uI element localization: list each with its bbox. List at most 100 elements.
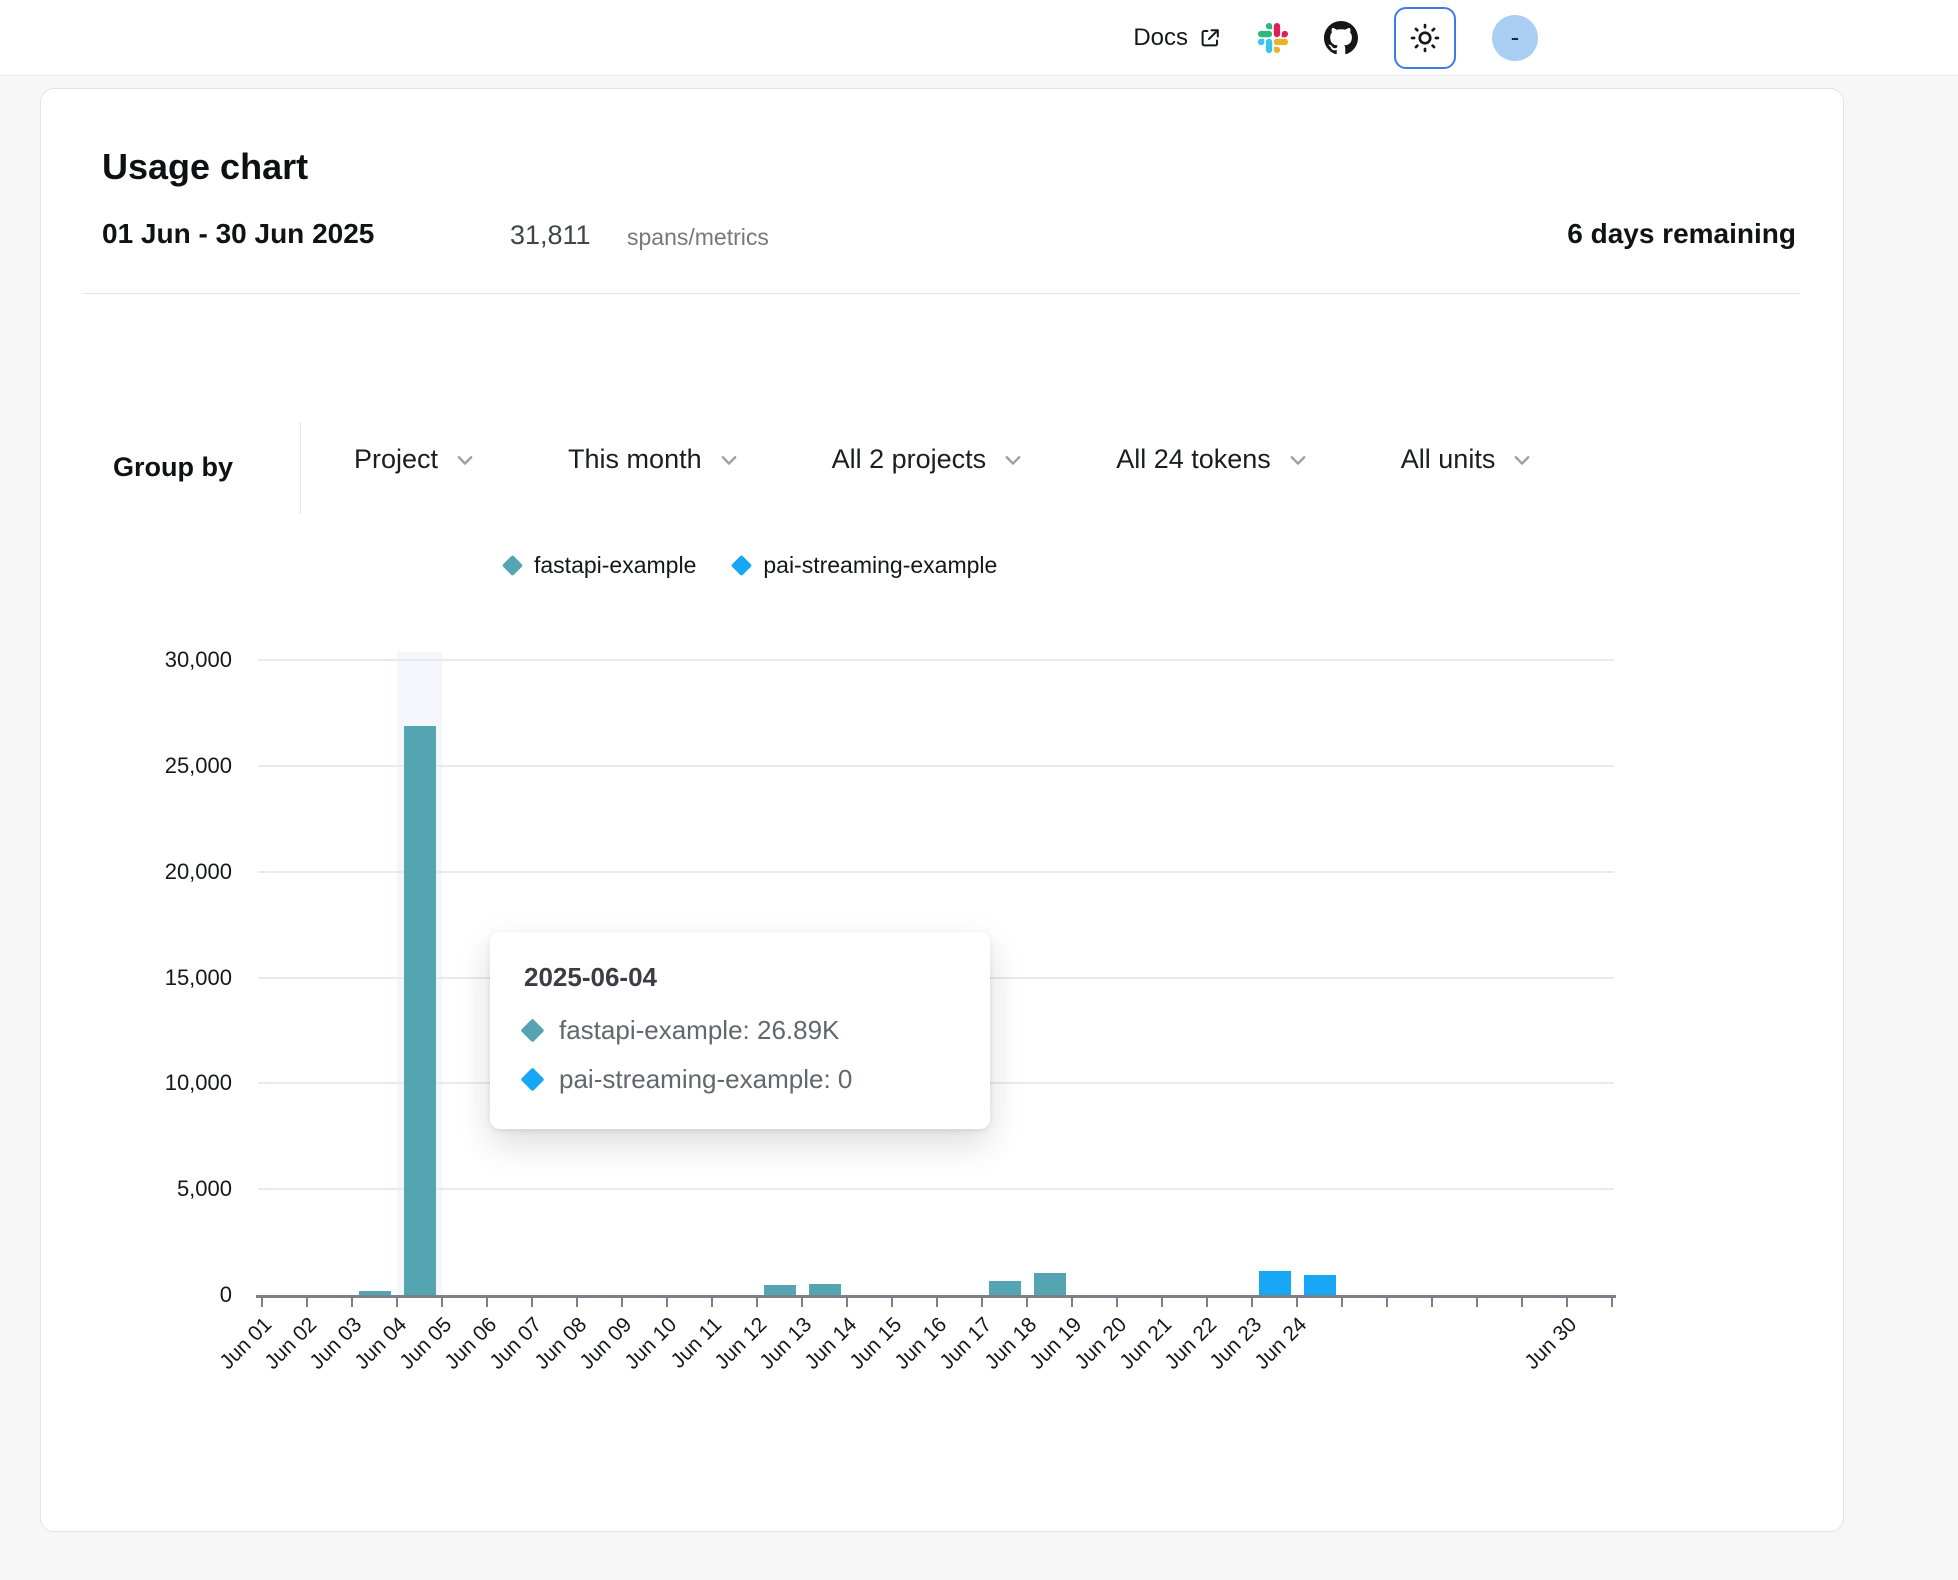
y-axis-label-30000: 30,000 <box>82 647 232 673</box>
docs-link-label: Docs <box>1133 24 1188 52</box>
chevron-down-icon <box>454 449 476 471</box>
chart-tooltip: 2025-06-04 fastapi-example: 26.89Kpai-st… <box>490 932 990 1129</box>
x-axis-tick-5 <box>486 1298 488 1307</box>
y-axis-label-5000: 5,000 <box>82 1176 232 1202</box>
dropdown-all-24-tokens[interactable]: All 24 tokens <box>1116 444 1309 475</box>
x-axis-tick-17 <box>1026 1298 1028 1307</box>
bar-pai-streaming-example-jun-24[interactable] <box>1304 1275 1336 1295</box>
bar-fastapi-example-jun-17[interactable] <box>989 1281 1021 1295</box>
legend-diamond-icon <box>731 555 752 576</box>
tooltip-diamond-icon <box>520 1067 544 1091</box>
docs-link[interactable]: Docs <box>1133 24 1222 52</box>
bar-fastapi-example-jun-04[interactable] <box>404 726 436 1295</box>
slack-icon <box>1258 23 1288 53</box>
chart-legend: fastapi-example pai-streaming-example <box>505 552 997 579</box>
bar-fastapi-example-jun-13[interactable] <box>809 1284 841 1295</box>
gridline-25000 <box>258 765 1614 767</box>
x-axis-tick-12 <box>801 1298 803 1307</box>
group-by-label: Group by <box>113 452 233 483</box>
dropdown-all-units[interactable]: All units <box>1401 444 1534 475</box>
x-axis-tick-29 <box>1566 1298 1568 1307</box>
gridline-5000 <box>258 1188 1614 1190</box>
x-axis-tick-11 <box>756 1298 758 1307</box>
dropdown-project[interactable]: Project <box>354 444 476 475</box>
page-title: Usage chart <box>102 146 308 188</box>
filter-divider <box>300 422 301 514</box>
x-axis-tick-25 <box>1386 1298 1388 1307</box>
tooltip-rows: fastapi-example: 26.89K pai-streaming-exa… <box>524 1015 956 1095</box>
x-axis-tick-14 <box>891 1298 893 1307</box>
x-axis-tick-20 <box>1161 1298 1163 1307</box>
gridline-30000 <box>258 659 1614 661</box>
legend-label: fastapi-example <box>534 552 696 579</box>
y-axis-label-0: 0 <box>82 1282 232 1308</box>
topbar: Docs <box>0 0 1958 76</box>
section-divider <box>82 293 1800 294</box>
topbar-actions: Docs <box>1133 0 1538 75</box>
x-axis-tick-19 <box>1116 1298 1118 1307</box>
legend-item-fastapi-example[interactable]: fastapi-example <box>505 552 696 579</box>
x-axis-tick-18 <box>1071 1298 1073 1307</box>
days-remaining: 6 days remaining <box>1567 218 1796 250</box>
dropdown-label: All 2 projects <box>832 444 987 475</box>
x-axis-tick-24 <box>1341 1298 1343 1307</box>
tooltip-row-fastapi-example: fastapi-example: 26.89K <box>524 1015 956 1046</box>
sun-icon <box>1408 21 1442 55</box>
avatar[interactable]: - <box>1492 15 1538 61</box>
x-axis-tick-27 <box>1476 1298 1478 1307</box>
bar-fastapi-example-jun-12[interactable] <box>764 1285 796 1295</box>
x-axis-tick-0 <box>261 1298 263 1307</box>
x-axis-tick-9 <box>666 1298 668 1307</box>
bar-fastapi-example-jun-18[interactable] <box>1034 1273 1066 1295</box>
x-axis-tick-13 <box>846 1298 848 1307</box>
dropdown-label: This month <box>568 444 702 475</box>
total-count: 31,811 <box>510 220 591 251</box>
x-axis-tick-2 <box>351 1298 353 1307</box>
dropdown-all-2-projects[interactable]: All 2 projects <box>832 444 1025 475</box>
dropdown-label: All units <box>1401 444 1496 475</box>
x-axis-tick-3 <box>396 1298 398 1307</box>
x-axis-tick-30 <box>1611 1298 1613 1307</box>
x-axis-tick-1 <box>306 1298 308 1307</box>
gridline-20000 <box>258 871 1614 873</box>
tooltip-row-pai-streaming-example: pai-streaming-example: 0 <box>524 1064 956 1095</box>
legend-label: pai-streaming-example <box>763 552 997 579</box>
chevron-down-icon <box>718 449 740 471</box>
chevron-down-icon <box>1002 449 1024 471</box>
x-axis-tick-21 <box>1206 1298 1208 1307</box>
dropdown-label: Project <box>354 444 438 475</box>
external-link-icon <box>1198 26 1222 50</box>
x-axis-tick-28 <box>1521 1298 1523 1307</box>
x-axis-tick-4 <box>441 1298 443 1307</box>
x-axis-tick-7 <box>576 1298 578 1307</box>
y-axis-label-20000: 20,000 <box>82 859 232 885</box>
usage-card <box>40 88 1844 1532</box>
chevron-down-icon <box>1511 449 1533 471</box>
filter-bar: Project This month All 2 projects All 24 to… <box>354 444 1533 475</box>
total-unit: spans/metrics <box>627 224 769 251</box>
app-viewport: Docs <box>0 0 1958 1580</box>
x-axis-tick-10 <box>711 1298 713 1307</box>
bar-pai-streaming-example-jun-23[interactable] <box>1259 1271 1291 1295</box>
theme-toggle-button[interactable] <box>1394 7 1456 69</box>
y-axis-label-10000: 10,000 <box>82 1070 232 1096</box>
x-axis-tick-15 <box>936 1298 938 1307</box>
x-axis-tick-6 <box>531 1298 533 1307</box>
x-axis-tick-16 <box>981 1298 983 1307</box>
tooltip-row-text: fastapi-example: 26.89K <box>559 1015 839 1046</box>
tooltip-row-text: pai-streaming-example: 0 <box>559 1064 852 1095</box>
legend-item-pai-streaming-example[interactable]: pai-streaming-example <box>734 552 997 579</box>
tooltip-diamond-icon <box>520 1018 544 1042</box>
slack-button[interactable] <box>1258 23 1288 53</box>
dropdown-label: All 24 tokens <box>1116 444 1271 475</box>
date-range: 01 Jun - 30 Jun 2025 <box>102 218 374 250</box>
x-axis-tick-23 <box>1296 1298 1298 1307</box>
y-axis-label-15000: 15,000 <box>82 965 232 991</box>
legend-diamond-icon <box>502 555 523 576</box>
github-button[interactable] <box>1324 21 1358 55</box>
chevron-down-icon <box>1287 449 1309 471</box>
dropdown-this-month[interactable]: This month <box>568 444 740 475</box>
x-axis-tick-26 <box>1431 1298 1433 1307</box>
github-icon <box>1324 21 1358 55</box>
x-axis-tick-8 <box>621 1298 623 1307</box>
